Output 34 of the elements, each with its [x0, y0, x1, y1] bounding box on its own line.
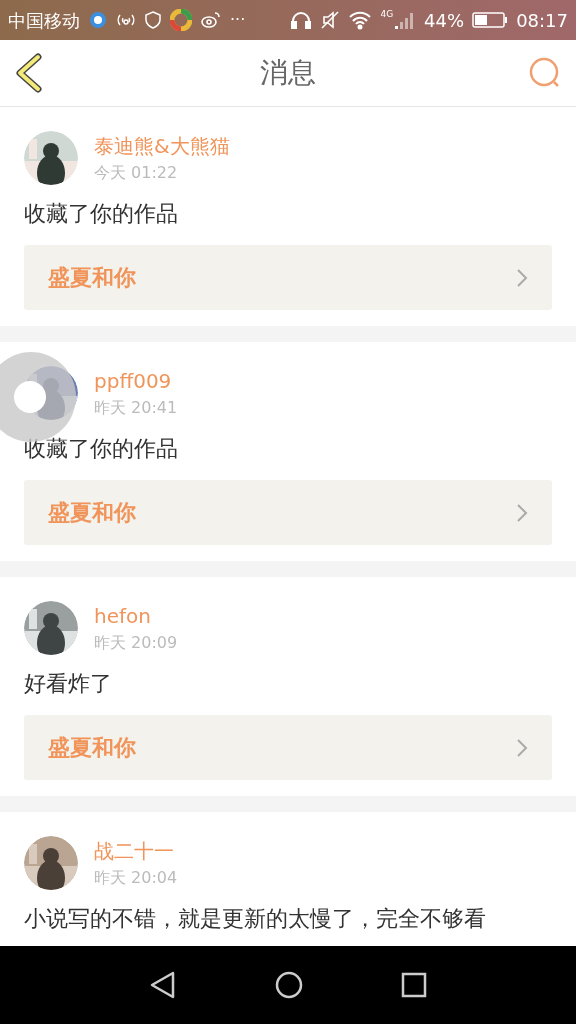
username[interactable]: ppff009: [94, 367, 178, 395]
timestamp: 昨天 20:41: [94, 397, 178, 419]
carrier-text: 中国移动: [8, 8, 80, 33]
app-icon: [88, 10, 108, 30]
work-link[interactable]: 盛夏和你: [24, 480, 552, 545]
chevron-icon: [516, 502, 528, 523]
recents-nav-icon[interactable]: [400, 971, 428, 999]
clock-text: 08:17: [516, 8, 568, 33]
mute-icon: [320, 10, 341, 30]
network-text: 4G: [380, 10, 394, 19]
message-text: 好看炸了: [24, 670, 113, 698]
timestamp: 昨天 20:09: [94, 632, 178, 654]
username[interactable]: 战二十一: [94, 837, 178, 865]
battery-text: 44%: [424, 8, 465, 33]
timestamp: 今天 01:22: [94, 162, 179, 184]
page-title: 消息: [260, 55, 316, 91]
headphones-icon: [290, 10, 313, 30]
username[interactable]: hefon: [94, 602, 178, 630]
message-text: 收藏了你的作品: [24, 435, 179, 463]
wifi-icon: [348, 10, 373, 30]
chevron-icon: [516, 737, 528, 758]
timestamp: 昨天 20:04: [94, 867, 178, 889]
home-nav-icon[interactable]: [274, 970, 304, 1000]
more-text: ···: [230, 9, 246, 31]
shield-icon: [144, 10, 162, 30]
app-icon: [170, 9, 192, 31]
work-link[interactable]: 盛夏和你: [24, 245, 552, 310]
battery-icon: [472, 11, 509, 29]
message-text: 收藏了你的作品: [24, 200, 179, 228]
back-icon[interactable]: [14, 53, 44, 93]
message-text: 小说写的不错，就是更新的太慢了，完全不够看: [24, 905, 487, 933]
work-link[interactable]: 盛夏和你: [24, 715, 552, 780]
chevron-icon: [516, 267, 528, 288]
username[interactable]: 泰迪熊&大熊猫: [94, 132, 230, 160]
